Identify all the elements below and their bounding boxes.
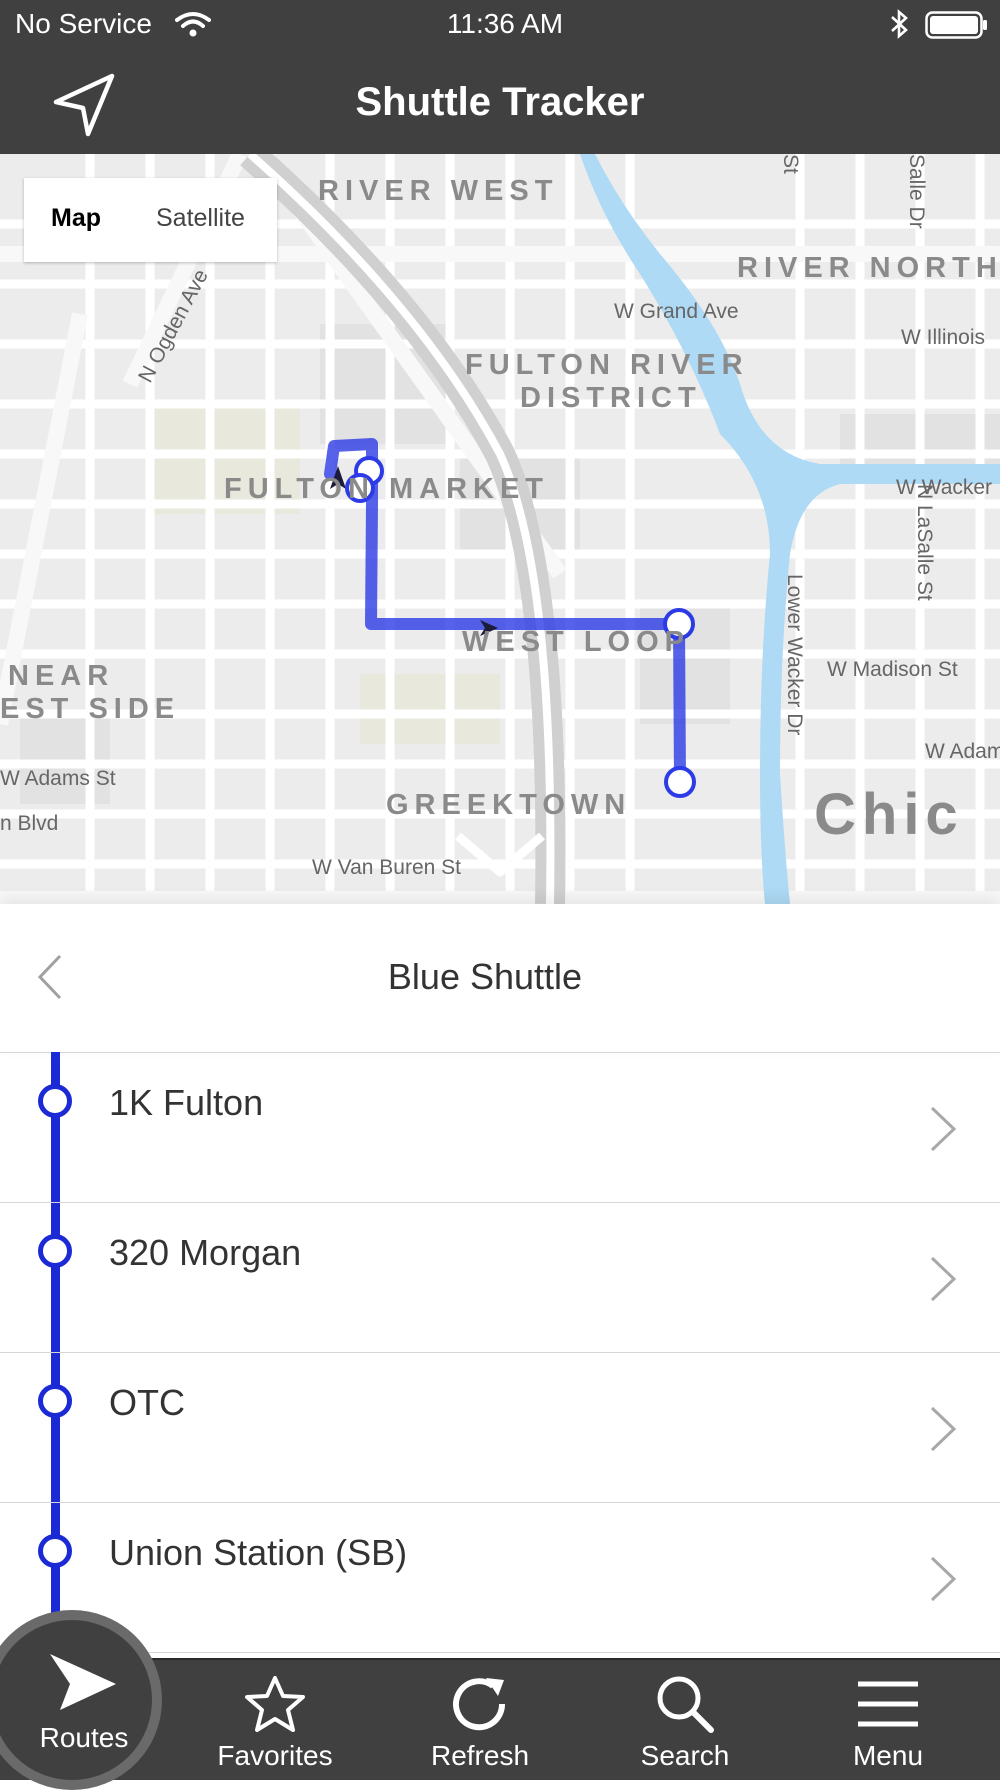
route-map[interactable]: RIVER WEST RIVER NORTH FULTON RIVER DIST… <box>0 154 1000 904</box>
stop-marker <box>38 1384 72 1418</box>
street-label: W Van Buren St <box>312 856 461 879</box>
navigation-bar: Shuttle Tracker <box>0 52 1000 154</box>
menu-icon <box>858 1681 918 1727</box>
tab-label: Menu <box>852 1740 924 1771</box>
stop-name: 320 Morgan <box>109 1232 302 1273</box>
stop-name: Union Station (SB) <box>109 1532 408 1573</box>
route-title: Blue Shuttle <box>387 956 583 997</box>
neighborhood-label: FULTON RIVER <box>465 349 749 381</box>
neighborhood-label: FULTON MARKET <box>224 473 549 505</box>
stop-row[interactable]: 1K Fulton <box>0 1052 1000 1203</box>
tab-label: Search <box>640 1740 730 1771</box>
neighborhood-label: EST SIDE <box>0 693 180 725</box>
chevron-right-icon <box>930 1556 957 1602</box>
stop-marker <box>38 1234 72 1268</box>
search-icon <box>657 1676 714 1733</box>
neighborhood-label: NEAR <box>8 660 114 692</box>
battery-icon <box>925 11 987 39</box>
status-time: 11:36 AM <box>446 8 564 39</box>
street-label: W Wacker <box>896 476 992 499</box>
map-option[interactable]: Map <box>51 204 101 233</box>
chevron-right-icon <box>930 1256 957 1302</box>
bluetooth-icon <box>891 9 908 39</box>
refresh-icon <box>453 1678 506 1731</box>
neighborhood-label: WEST LOOP <box>462 626 690 658</box>
route-detail-header: Blue Shuttle <box>0 904 1000 1053</box>
tab-label: Favorites <box>217 1740 333 1771</box>
neighborhood-label: GREEKTOWN <box>386 789 631 821</box>
stop-name: OTC <box>109 1382 185 1423</box>
map-base: RIVER WEST RIVER NORTH FULTON RIVER DIST… <box>0 154 1000 904</box>
tab-favorites[interactable]: Favorites <box>195 1660 355 1780</box>
neighborhood-label: RIVER NORTH <box>737 252 1000 284</box>
street-label: St <box>779 154 802 174</box>
street-label: W Illinois <box>901 326 985 349</box>
street-label: W Adams St <box>0 767 116 790</box>
neighborhood-label: RIVER WEST <box>318 175 558 207</box>
tab-search[interactable]: Search <box>605 1660 765 1780</box>
street-label: n Blvd <box>0 812 58 835</box>
stop-row[interactable]: 320 Morgan <box>0 1202 1000 1353</box>
street-label: Salle Dr <box>905 154 928 229</box>
stop-name: 1K Fulton <box>109 1082 264 1123</box>
neighborhood-label: DISTRICT <box>520 382 702 414</box>
street-label: W Madison St <box>827 658 958 681</box>
app-title: Shuttle Tracker <box>355 80 645 124</box>
street-label: N LaSalle St <box>913 484 936 601</box>
chevron-right-icon <box>930 1406 957 1452</box>
stop-list: 1K Fulton 320 Morgan OTC Union Station (… <box>0 1052 1000 1662</box>
tab-menu[interactable]: Menu <box>808 1660 968 1780</box>
tab-label: Routes <box>39 1722 129 1753</box>
tab-routes[interactable]: Routes <box>0 1624 168 1778</box>
tab-refresh[interactable]: Refresh <box>400 1660 560 1780</box>
stop-row[interactable]: OTC <box>0 1352 1000 1503</box>
status-bar: No Service 11:36 AM <box>0 0 1000 52</box>
street-label: Lower Wacker Dr <box>783 574 806 735</box>
street-label: W Grand Ave <box>614 300 739 323</box>
stop-marker <box>38 1084 72 1118</box>
stop-marker <box>38 1534 72 1568</box>
tab-label: Refresh <box>430 1740 530 1771</box>
chevron-right-icon <box>930 1106 957 1152</box>
routes-arrow-icon <box>50 1654 116 1710</box>
street-label: W Adam <box>925 740 1000 763</box>
collapse-map-chevron-icon[interactable] <box>452 830 548 880</box>
neighborhood-label: Chic <box>814 782 964 847</box>
satellite-option[interactable]: Satellite <box>156 204 245 233</box>
star-icon <box>245 1676 305 1732</box>
map-type-toggle: Map Satellite <box>24 178 277 262</box>
